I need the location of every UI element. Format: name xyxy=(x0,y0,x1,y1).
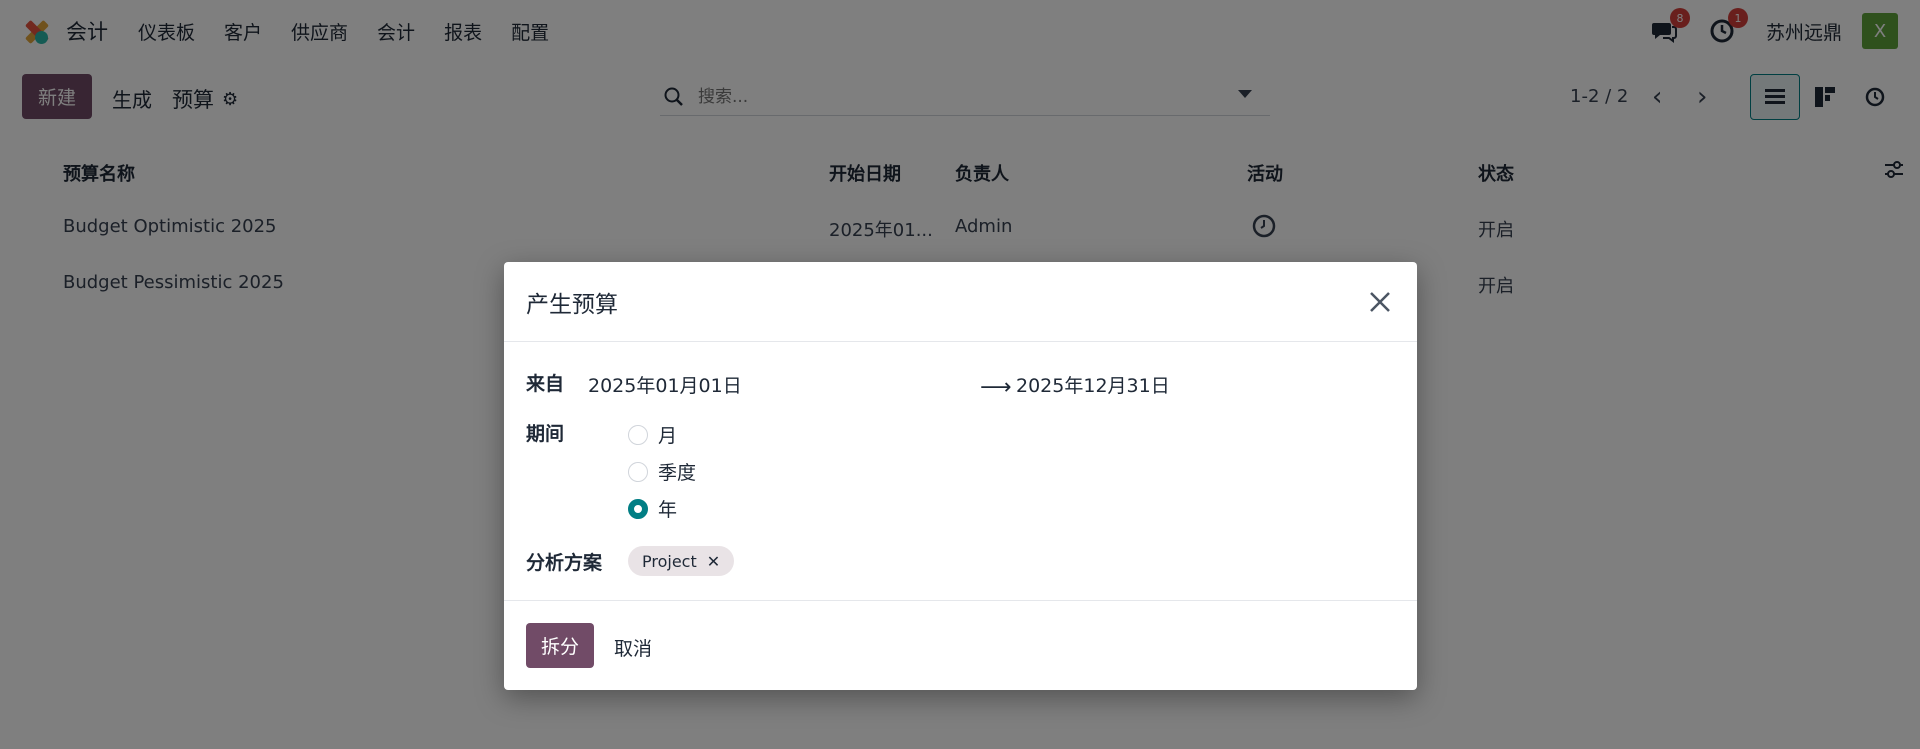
cancel-button[interactable]: 取消 xyxy=(614,634,652,661)
analytic-plan-label: 分析方案 xyxy=(526,552,603,574)
analytic-plan-tag: Project ✕ xyxy=(628,546,735,576)
arrow-right-icon: ⟶ xyxy=(980,375,1012,400)
tag-label: Project xyxy=(642,551,697,571)
radio-button[interactable] xyxy=(628,424,648,445)
period-option-month[interactable]: 月 xyxy=(628,421,677,448)
modal-title: 产生预算 xyxy=(526,291,618,318)
from-label: 来自 xyxy=(526,373,565,395)
tag-remove-icon[interactable]: ✕ xyxy=(707,552,720,571)
radio-label-quarter: 季度 xyxy=(658,462,697,484)
date-from-field[interactable]: 2025年01月01日 xyxy=(588,371,742,398)
period-option-year[interactable]: 年 xyxy=(628,495,677,522)
generate-budget-dialog: 产生预算 来自 2025年01月01日 ⟶ 2025年12月31日 期间 月 季… xyxy=(504,262,1417,690)
period-label: 期间 xyxy=(526,423,565,445)
modal-footer: 拆分 取消 xyxy=(504,600,1417,690)
date-to-field[interactable]: 2025年12月31日 xyxy=(1016,371,1170,398)
close-icon[interactable] xyxy=(1365,287,1395,317)
period-option-quarter[interactable]: 季度 xyxy=(628,458,696,485)
radio-label-year: 年 xyxy=(658,499,678,521)
radio-button[interactable] xyxy=(628,461,648,482)
split-button[interactable]: 拆分 xyxy=(526,623,594,668)
modal-header: 产生预算 xyxy=(504,262,1417,342)
radio-label-month: 月 xyxy=(658,425,678,447)
radio-button-checked[interactable] xyxy=(628,498,648,519)
